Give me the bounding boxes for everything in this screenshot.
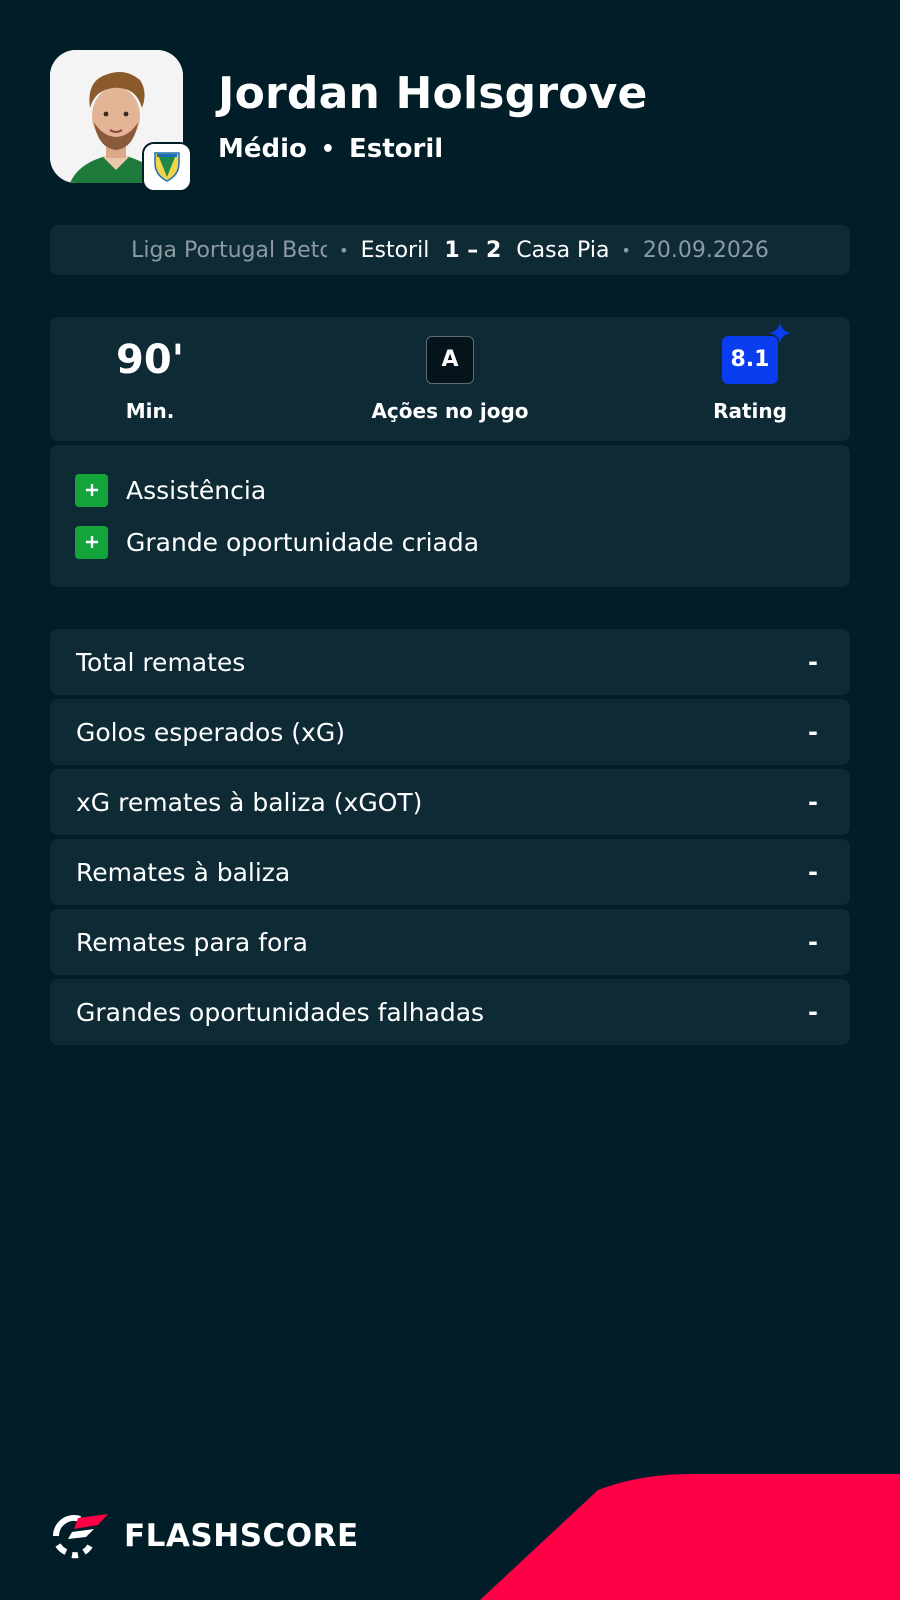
match-events-card: Assistência Grande oportunidade criada	[50, 445, 850, 587]
stat-value: -	[808, 928, 818, 956]
player-club: Estoril	[348, 134, 444, 164]
stat-row-xgot: xG remates à baliza (xGOT) -	[50, 769, 850, 835]
actions-grade[interactable]: A	[426, 336, 474, 384]
stat-value: -	[808, 998, 818, 1026]
home-team: Estoril	[360, 237, 430, 263]
away-team: Casa Pia	[516, 237, 610, 263]
league-name: Liga Portugal Betclic	[131, 237, 328, 263]
stat-label: Total remates	[76, 647, 246, 677]
stat-value: -	[808, 788, 818, 816]
match-score: 1 – 2	[444, 237, 502, 263]
plus-icon	[75, 473, 108, 507]
stat-label: Remates para fora	[76, 927, 308, 957]
stat-value: -	[808, 858, 818, 886]
player-name: Jordan Holsgrove	[218, 68, 648, 119]
stat-value: -	[808, 648, 818, 676]
stat-row-shots-off-target: Remates para fora -	[50, 909, 850, 975]
stat-label: xG remates à baliza (xGOT)	[76, 787, 423, 817]
minutes-played: 90' Min.	[50, 317, 250, 441]
stat-row-big-chances-missed: Grandes oportunidades falhadas -	[50, 979, 850, 1045]
event-item: Assistência	[75, 473, 266, 507]
stat-row-shots-on-target: Remates à baliza -	[50, 839, 850, 905]
player-position: Médio	[218, 134, 307, 164]
plus-icon	[75, 525, 108, 559]
rating-label: Rating	[713, 399, 787, 423]
player-header: Jordan Holsgrove Médio • Estoril	[50, 50, 850, 192]
minutes-label: Min.	[125, 399, 175, 423]
flashscore-logo-icon	[52, 1514, 108, 1559]
flashscore-logo: FLASHSCORE	[50, 1512, 359, 1560]
match-info-bar[interactable]: Liga Portugal Betclic • Estoril 1 – 2 Ca…	[50, 225, 850, 275]
player-rating: 8.1 Rating	[650, 317, 850, 441]
separator-dot: •	[339, 240, 349, 260]
actions-label: Ações no jogo	[371, 399, 529, 423]
event-item: Grande oportunidade criada	[75, 525, 479, 559]
event-label: Assistência	[126, 475, 267, 505]
separator-dot: •	[621, 240, 631, 260]
stat-row-total-shots: Total remates -	[50, 629, 850, 695]
match-summary-card: 90' Min. A Ações no jogo 8.1 Rating	[50, 317, 850, 441]
stat-label: Golos esperados (xG)	[76, 717, 345, 747]
stat-label: Remates à baliza	[76, 857, 291, 887]
event-label: Grande oportunidade criada	[126, 527, 480, 557]
separator-dot: •	[320, 136, 335, 162]
brand-name: FLASHSCORE	[124, 1518, 359, 1554]
sparkle-icon	[769, 322, 791, 344]
match-actions[interactable]: A Ações no jogo	[350, 317, 550, 441]
minutes-value: 90'	[116, 337, 184, 383]
stat-label: Grandes oportunidades falhadas	[76, 997, 485, 1027]
stat-row-xg: Golos esperados (xG) -	[50, 699, 850, 765]
stat-value: -	[808, 718, 818, 746]
match-date: 20.09.2026	[642, 237, 769, 263]
club-crest-icon	[142, 142, 192, 192]
player-position-club: Médio • Estoril	[218, 134, 443, 164]
